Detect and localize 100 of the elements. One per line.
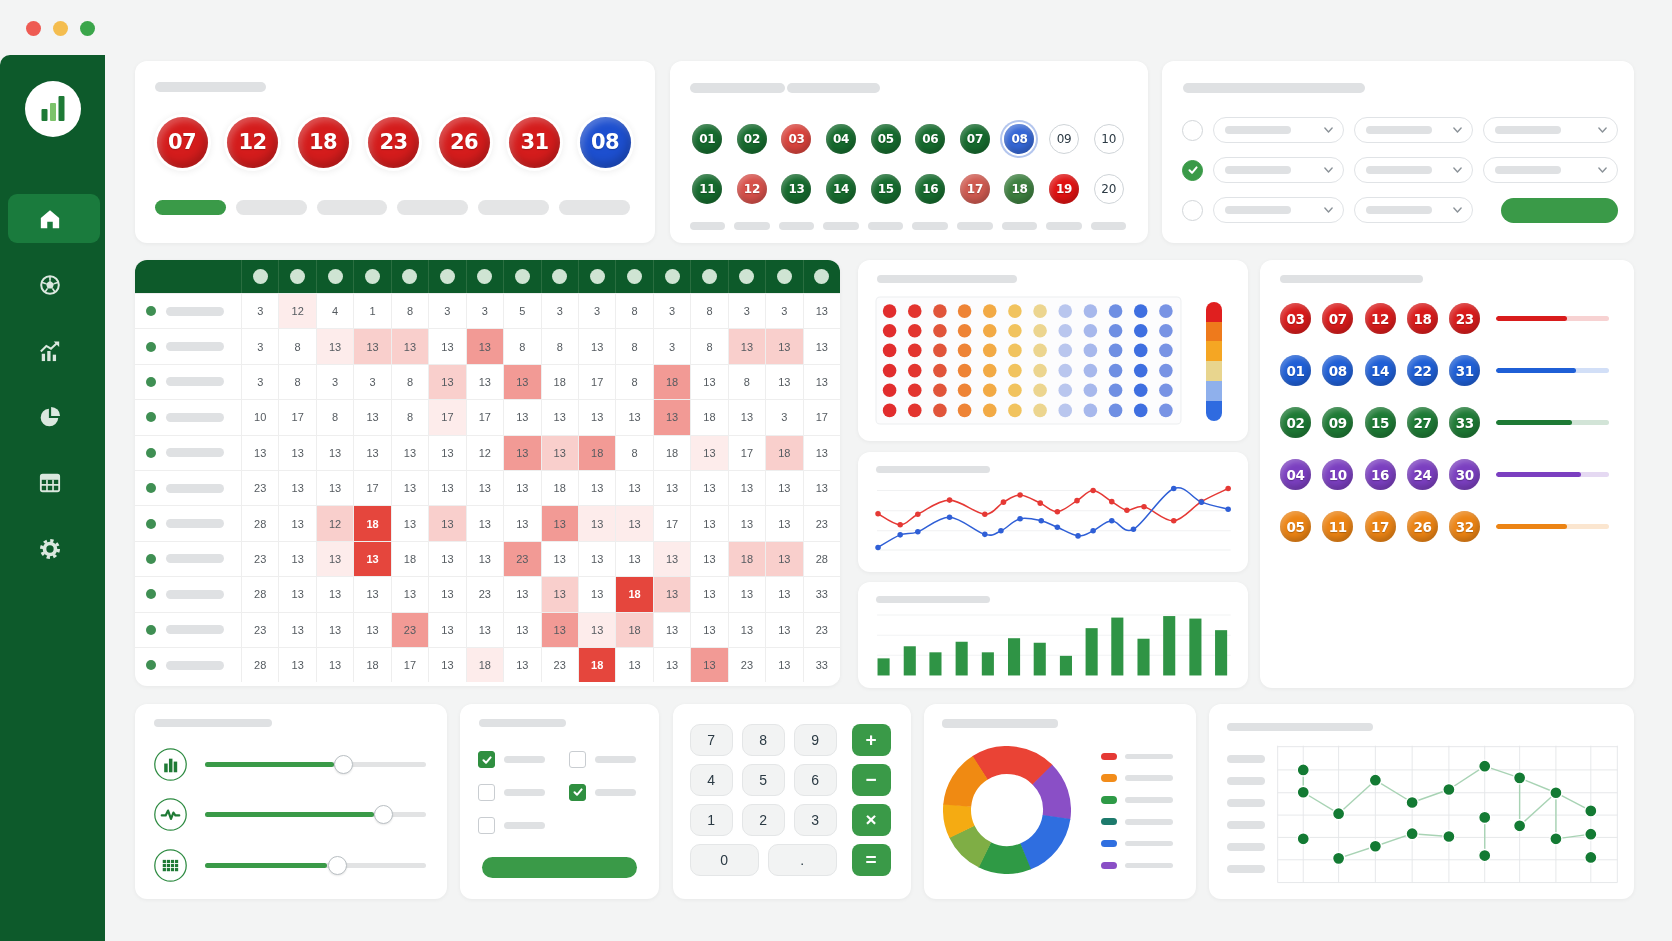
dropdown[interactable] [1483, 157, 1618, 183]
number-ball: 31 [509, 116, 560, 168]
skeleton-text [1227, 864, 1265, 873]
number-ball: 16 [915, 174, 946, 204]
checkbox[interactable] [478, 783, 496, 801]
operator-key[interactable]: × [851, 804, 891, 836]
column-marker-icon [439, 269, 455, 284]
bar-chart-icon [153, 748, 187, 781]
skeleton-text [1366, 126, 1432, 134]
keypad-key[interactable]: 0 [689, 844, 759, 876]
table-cell: 18 [353, 506, 391, 541]
skeleton-text [166, 519, 224, 529]
keypad-key[interactable]: . [767, 844, 837, 876]
number-ball: 10 [1093, 124, 1124, 154]
slider-thumb[interactable] [334, 755, 354, 774]
dropdown[interactable] [1354, 117, 1473, 143]
table-cell: 13 [652, 541, 691, 577]
slider-thumb[interactable] [374, 805, 393, 825]
grid-icon [153, 848, 187, 882]
number-ball: 30 [1449, 459, 1481, 490]
table-cell: 13 [652, 577, 691, 612]
keypad-key[interactable]: 4 [689, 764, 733, 796]
table-cell: 17 [802, 400, 840, 435]
checkbox[interactable] [569, 783, 587, 801]
number-ball: 18 [1004, 174, 1035, 204]
operator-key[interactable]: = [851, 844, 891, 876]
keypad-key[interactable]: 9 [793, 724, 837, 756]
skeleton-text [166, 660, 224, 670]
table-cell: 23 [503, 541, 541, 577]
dropdown[interactable] [1213, 157, 1344, 183]
skeleton-text [1125, 862, 1173, 869]
checkbox[interactable] [478, 816, 496, 834]
keypad-key[interactable]: 2 [741, 804, 785, 836]
number-ball: 11 [692, 174, 723, 204]
slider-thumb[interactable] [327, 855, 347, 875]
table-cell: 13 [802, 435, 840, 470]
status-dot-icon [146, 412, 156, 423]
table-cell: 13 [615, 506, 653, 541]
skeleton-text [595, 788, 637, 796]
dropdown[interactable] [1213, 197, 1344, 223]
tab[interactable] [155, 200, 226, 215]
operator-key[interactable]: − [851, 764, 891, 796]
skeleton-text [1495, 166, 1561, 174]
skeleton-text [166, 306, 224, 316]
window-minimize-button[interactable] [53, 21, 68, 36]
column-marker-icon [627, 269, 643, 284]
skeleton-text [166, 342, 224, 352]
keypad-key[interactable]: 8 [741, 724, 785, 756]
number-ball: 07 [959, 124, 990, 154]
number-ball: 02 [736, 124, 767, 154]
column-marker-icon [701, 269, 717, 284]
table-cell: 13 [765, 329, 803, 364]
table-cell: 13 [690, 647, 728, 683]
keypad-key[interactable]: 7 [689, 724, 733, 756]
table-cell: 13 [353, 541, 391, 577]
table-cell: 13 [802, 294, 840, 329]
action-button[interactable] [1501, 197, 1618, 223]
skeleton-text [778, 222, 815, 230]
operator-key[interactable]: + [851, 724, 891, 756]
dropdown[interactable] [1213, 117, 1344, 143]
skeleton-text [1001, 222, 1038, 230]
keypad-key[interactable]: 5 [741, 764, 785, 796]
keypad-key[interactable]: 6 [793, 764, 837, 796]
checkbox[interactable] [478, 751, 496, 768]
skeleton-text [1227, 776, 1265, 785]
skeleton-text [1227, 798, 1265, 807]
table-cell: 13 [802, 364, 840, 400]
table-cell: 13 [577, 506, 616, 541]
check-icon [571, 786, 584, 799]
table-cell: 18 [465, 647, 504, 683]
dropdown[interactable] [1354, 197, 1473, 223]
table-cell: 12 [278, 294, 316, 329]
column-marker-icon [664, 269, 680, 284]
radio-button[interactable] [1182, 159, 1203, 181]
window-maximize-button[interactable] [80, 21, 95, 36]
checkbox[interactable] [569, 751, 587, 768]
skeleton-text [689, 222, 726, 230]
nav-button[interactable] [8, 194, 100, 243]
skeleton-text [166, 589, 224, 599]
table-cell: 13 [652, 400, 691, 435]
ball-icon [39, 273, 61, 296]
skeleton-text [912, 222, 949, 230]
window-close-button[interactable] [26, 21, 41, 36]
dropdown[interactable] [1354, 157, 1473, 183]
column-marker-icon [776, 269, 792, 284]
keypad-key[interactable]: 3 [793, 804, 837, 836]
keypad-key[interactable]: 1 [689, 804, 733, 836]
column-marker-icon [365, 269, 381, 284]
dropdown[interactable] [1483, 117, 1618, 143]
skeleton-text [1366, 166, 1432, 174]
action-button[interactable] [482, 856, 638, 878]
chevron-down-icon [1598, 127, 1607, 133]
number-ball: 01 [1280, 355, 1311, 386]
skeleton-text [504, 756, 546, 763]
table-cell: 13 [503, 364, 541, 400]
number-ball: 07 [1322, 303, 1354, 334]
number-ball: 09 [1049, 124, 1080, 154]
number-ball: 27 [1406, 407, 1438, 438]
skeleton-text [504, 821, 546, 829]
trend-chart-icon [39, 339, 61, 362]
